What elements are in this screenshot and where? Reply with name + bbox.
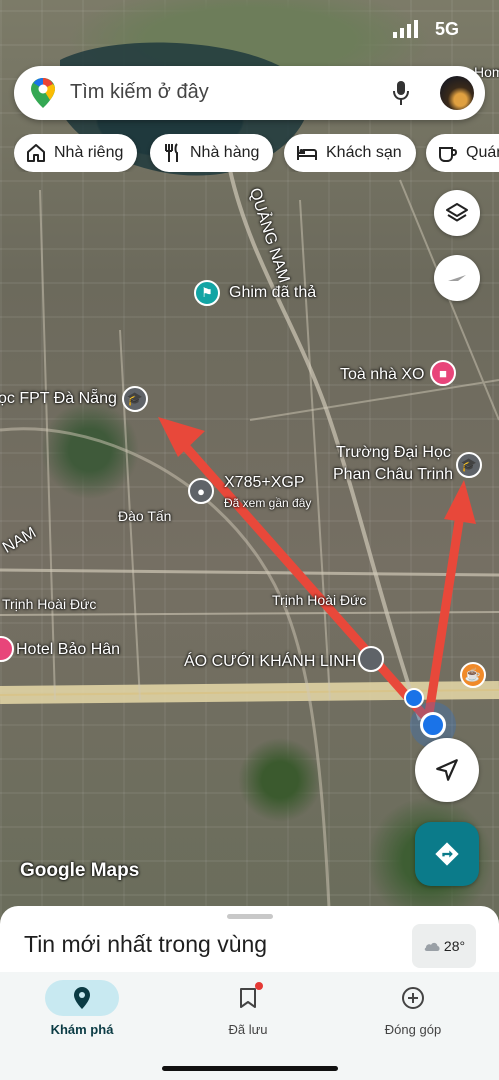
directions-button[interactable]	[415, 822, 479, 886]
map-label-ao-cuoi: ÁO CƯỚI KHÁNH LINH	[184, 653, 357, 670]
network-type: 5G	[435, 19, 460, 39]
bus-stop-icon[interactable]	[404, 688, 424, 708]
google-maps-logo-icon	[31, 78, 55, 108]
bookmark-icon	[240, 988, 256, 1008]
map-label-trinh-1: Trịnh Hoài Đức	[2, 596, 97, 612]
hotel-pin-toa-nha[interactable]: ■	[430, 360, 456, 386]
search-bar[interactable]: Tìm kiếm ở đây	[14, 66, 485, 120]
cafe-pin[interactable]: ☕	[460, 662, 486, 688]
compass-button[interactable]	[434, 255, 480, 301]
chip-hotel-label: Khách sạn	[326, 144, 402, 161]
school-pin-fpt[interactable]: 🎓	[122, 386, 148, 412]
weather-temp: 28°	[443, 938, 466, 954]
recent-pin[interactable]: ●	[188, 478, 214, 504]
map-label-pluscode: X785+XGP	[224, 474, 305, 491]
restaurant-icon	[165, 143, 178, 162]
nav-saved-label: Đã lưu	[228, 1022, 268, 1037]
nav-contribute-label: Đóng góp	[384, 1022, 442, 1037]
dropped-pin-marker[interactable]: ⚑	[194, 280, 220, 306]
navigation-arrow-icon	[436, 759, 458, 781]
notification-dot	[255, 982, 263, 990]
sheet-drag-handle[interactable]	[227, 914, 273, 919]
cloud-icon	[424, 942, 440, 951]
current-location-dot	[420, 712, 446, 738]
map-label-hotel: Hotel Bảo Hân	[16, 641, 121, 658]
explore-pin-icon	[74, 987, 90, 1009]
google-maps-watermark: Google Maps	[20, 860, 140, 881]
chip-restaurant[interactable]: Nhà hàng	[150, 134, 274, 172]
chip-home[interactable]: Nhà riêng	[14, 134, 138, 172]
chip-home-label: Nhà riêng	[54, 144, 124, 161]
search-input[interactable]: Tìm kiếm ở đây	[70, 81, 209, 104]
nav-saved[interactable]: Đã lưu	[188, 980, 308, 1037]
cafe-icon: ☕	[464, 667, 482, 682]
school-pin-phan-chau-trinh[interactable]: 🎓	[456, 452, 482, 478]
chip-cafe-label: Quán	[466, 144, 499, 161]
shop-pin-ao-cuoi[interactable]	[358, 646, 384, 672]
cellular-signal-icon	[393, 20, 418, 38]
map-label-recent: Đã xem gần đây	[224, 496, 312, 510]
add-circle-icon	[402, 987, 424, 1009]
directions-icon	[435, 842, 459, 866]
layers-button[interactable]	[434, 190, 480, 236]
cafe-icon	[439, 147, 458, 162]
weather-chip[interactable]: 28°	[412, 924, 476, 968]
chip-restaurant-label: Nhà hàng	[190, 144, 260, 161]
avatar[interactable]	[440, 76, 474, 110]
map-label-fpt: ọc FPT Đà Nẵng	[0, 390, 117, 407]
bed-icon	[297, 146, 317, 160]
my-location-button[interactable]	[415, 738, 479, 802]
circle-icon: ●	[197, 483, 205, 499]
bookmark-icon: ⚑	[201, 285, 213, 300]
compass-icon	[448, 275, 466, 281]
school-icon: 🎓	[126, 391, 144, 406]
map-label-truong-1: Trường Đại Học	[336, 444, 451, 461]
panel-title: Tin mới nhất trong vùng	[24, 931, 268, 957]
home-indicator	[162, 1066, 338, 1071]
chip-cafe[interactable]: Quán	[426, 134, 499, 172]
microphone-icon[interactable]	[392, 80, 410, 106]
chip-hotel[interactable]: Khách sạn	[284, 134, 416, 172]
layers-icon	[446, 203, 468, 222]
nav-contribute[interactable]: Đóng góp	[353, 980, 473, 1037]
nav-explore-label: Khám phá	[50, 1022, 114, 1037]
home-icon	[27, 144, 45, 162]
status-bar: 5G	[379, 14, 499, 44]
bed-icon: ■	[439, 365, 447, 381]
map-label-dao-tan: Đào Tấn	[118, 508, 172, 524]
nav-explore[interactable]: Khám phá	[22, 980, 142, 1037]
map-label-dropped-pin: Ghim đã thả	[229, 284, 317, 301]
map-label-toa-nha: Toà nhà XO	[340, 366, 425, 383]
map-label-truong-2: Phan Châu Trinh	[333, 466, 454, 483]
bottom-navigation: Khám phá Đã lưu Đóng góp	[0, 972, 499, 1080]
school-icon: 🎓	[460, 457, 478, 472]
annotation-arrows	[158, 417, 476, 725]
category-chips: Nhà riêng Nhà hàng Khách sạn Quán	[14, 134, 499, 172]
map-label-trinh-2: Trịnh Hoài Đức	[272, 592, 367, 608]
